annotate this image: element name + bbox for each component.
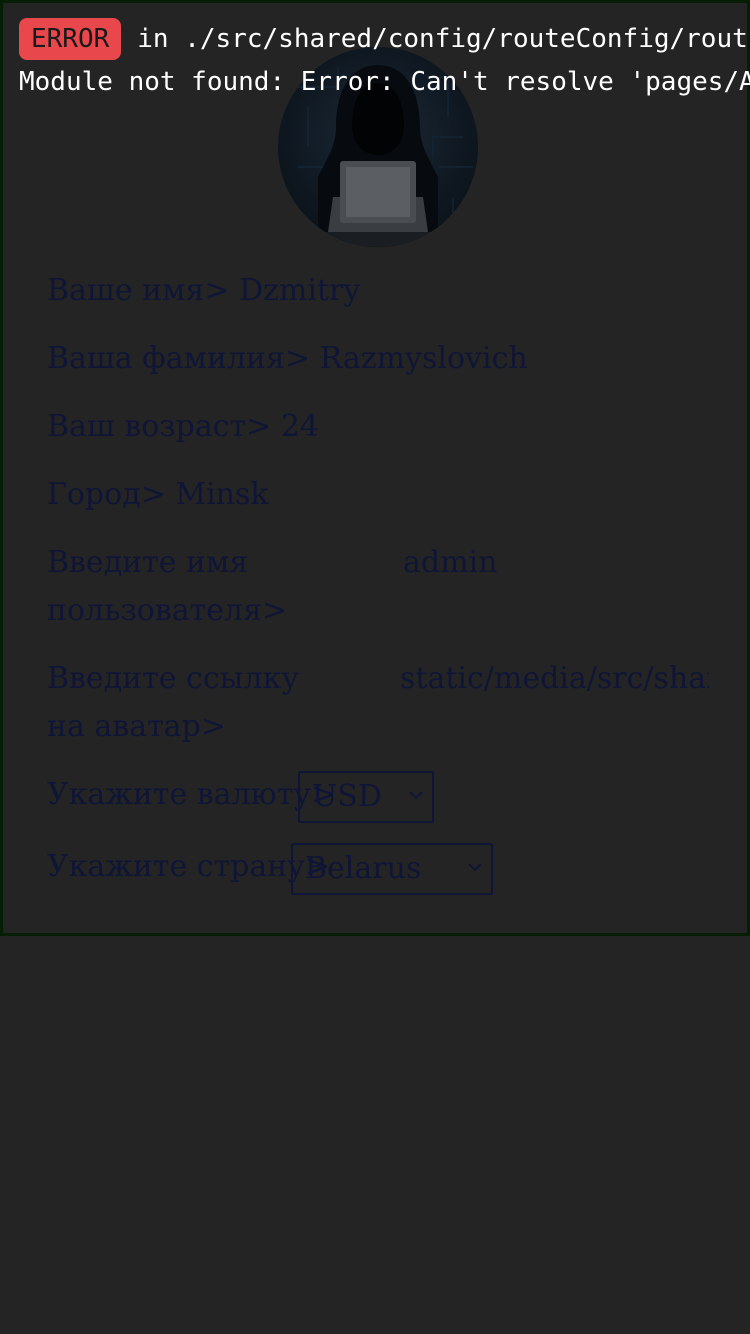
first-name-label: Ваше имя>: [47, 273, 230, 308]
city-row: Город> Minsk: [47, 471, 269, 519]
username-label: Введите имя пользователя>: [47, 545, 288, 628]
profile-card: Ваше имя> Dzmitry Ваша фамилия> Razmyslo…: [0, 0, 750, 936]
age-value: 24: [280, 409, 320, 444]
currency-select[interactable]: USD: [298, 771, 434, 823]
country-select[interactable]: Belarus: [291, 843, 493, 895]
username-input[interactable]: admin: [403, 539, 709, 587]
first-name-value: Dzmitry: [239, 273, 361, 308]
error-message: Module not found: Error: Can't resolve '…: [19, 67, 750, 97]
chevron-down-icon: [409, 791, 423, 800]
age-label: Ваш возраст>: [47, 409, 272, 444]
country-label: Укажите страну>: [47, 849, 331, 884]
last-name-label: Ваша фамилия>: [47, 341, 311, 376]
city-label: Город>: [47, 477, 166, 512]
error-overlay: ERROR in ./src/shared/config/routeConfig/…: [0, 0, 750, 110]
error-location-line: ERROR in ./src/shared/config/routeConfig/…: [19, 18, 748, 60]
currency-selected: USD: [312, 779, 382, 814]
error-location: in ./src/shared/config/routeConfig/rout: [137, 24, 748, 54]
currency-label: Укажите валюту>: [47, 777, 337, 812]
last-name-row: Ваша фамилия> Razmyslovich: [47, 335, 528, 383]
chevron-down-icon: [468, 863, 482, 872]
avatar-link-label: Введите ссылку на аватар>: [47, 661, 299, 744]
country-selected: Belarus: [305, 851, 422, 886]
error-badge: ERROR: [19, 18, 122, 60]
city-value: Minsk: [175, 477, 269, 512]
avatar-link-input[interactable]: static/media/src/shared/a: [400, 655, 709, 703]
age-row: Ваш возраст> 24: [47, 403, 319, 451]
last-name-value: Razmyslovich: [319, 341, 528, 376]
first-name-row: Ваше имя> Dzmitry: [47, 267, 360, 315]
